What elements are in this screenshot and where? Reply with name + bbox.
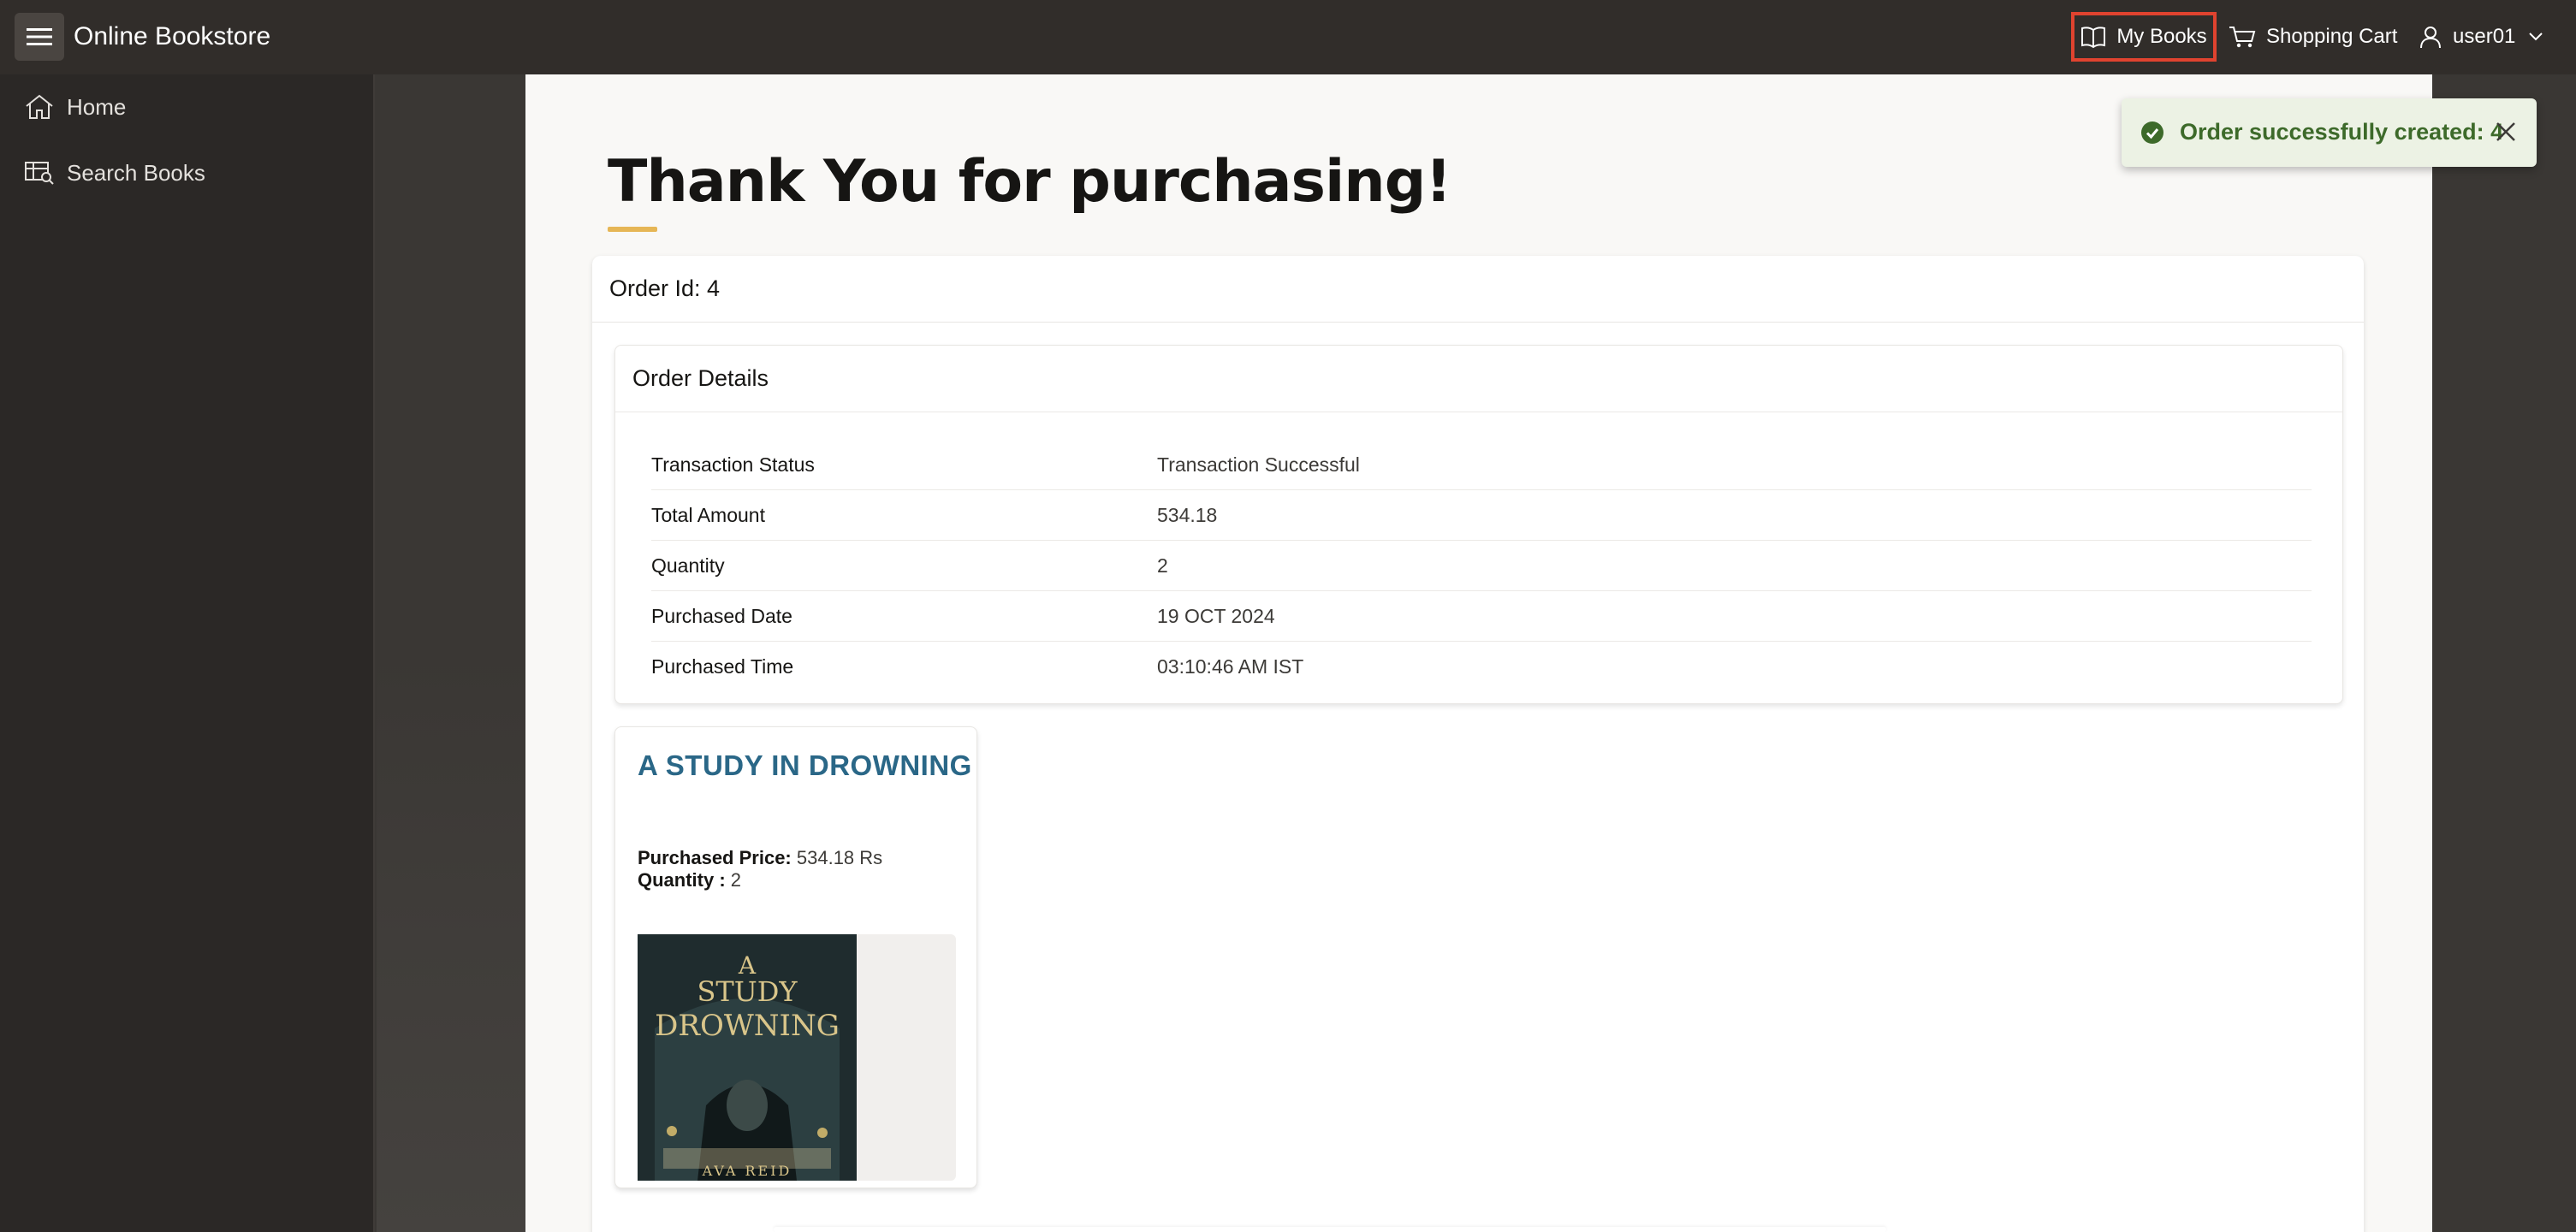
page-title: Thank You for purchasing! xyxy=(608,148,1451,216)
chevron-down-icon xyxy=(2529,33,2543,41)
detail-value: 03:10:46 AM IST xyxy=(1157,655,1304,678)
detail-value: 2 xyxy=(1157,554,1168,577)
book-cover-container: A STUDY DROWNING AVA REID xyxy=(638,934,956,1181)
detail-label: Transaction Status xyxy=(651,453,815,476)
quantity-value: 2 xyxy=(730,869,742,891)
detail-value: 534.18 xyxy=(1157,503,1218,526)
book-cover-art: A STUDY DROWNING AVA REID xyxy=(638,934,857,1181)
order-details-region: Order Details Transaction Status Transac… xyxy=(614,345,2343,704)
background-left xyxy=(377,74,525,1232)
toast-message: Order successfully created: 4 xyxy=(2180,119,2504,145)
detail-row-quantity: Quantity 2 xyxy=(651,541,2312,591)
sidebar: Home Search Books xyxy=(0,74,375,1232)
menu-toggle-button[interactable] xyxy=(15,13,64,61)
detail-row-transaction-status: Transaction Status Transaction Successfu… xyxy=(651,440,2312,490)
app-title[interactable]: Online Bookstore xyxy=(74,19,270,55)
home-icon xyxy=(26,94,53,119)
detail-value: Transaction Successful xyxy=(1157,453,1360,476)
sidebar-item-label: Search Books xyxy=(67,159,205,186)
main-content: Thank You for purchasing! Order Id: 4 Or… xyxy=(525,74,2432,1232)
purchased-book-card[interactable]: A STUDY IN DROWNING Purchased Price: 534… xyxy=(614,726,977,1188)
book-meta: Purchased Price: 534.18 Rs Quantity : 2 xyxy=(638,847,882,891)
sidebar-item-home[interactable]: Home xyxy=(24,86,126,128)
close-icon[interactable] xyxy=(2493,119,2519,145)
check-circle-icon xyxy=(2141,121,2163,144)
order-details-table: Transaction Status Transaction Successfu… xyxy=(651,440,2312,692)
user-icon xyxy=(2420,27,2441,49)
book-title[interactable]: A STUDY IN DROWNING xyxy=(638,749,972,782)
detail-label: Quantity xyxy=(651,554,725,577)
background-right xyxy=(2432,74,2576,1232)
username-label: user01 xyxy=(2453,25,2516,48)
my-books-link[interactable]: My Books xyxy=(2071,12,2217,62)
cover-title-study: STUDY xyxy=(697,975,798,1008)
success-toast: Order successfully created: 4 xyxy=(2122,98,2537,167)
bottom-edge xyxy=(774,1227,1886,1232)
detail-label: Total Amount xyxy=(651,503,765,526)
quantity-label: Quantity : xyxy=(638,869,726,891)
title-underline xyxy=(608,227,657,232)
sidebar-item-label: Home xyxy=(67,93,127,120)
detail-row-purchased-time: Purchased Time 03:10:46 AM IST xyxy=(651,642,2312,692)
order-details-heading: Order Details xyxy=(615,346,2342,412)
user-menu[interactable]: user01 xyxy=(2419,12,2544,62)
detail-row-total-amount: Total Amount 534.18 xyxy=(651,490,2312,541)
order-id-heading: Order Id: 4 xyxy=(592,256,2364,323)
book-cover-image[interactable]: A STUDY DROWNING AVA REID xyxy=(638,934,857,1181)
detail-row-purchased-date: Purchased Date 19 OCT 2024 xyxy=(651,591,2312,642)
detail-label: Purchased Time xyxy=(651,655,794,678)
search-books-icon xyxy=(25,162,54,185)
price-label: Purchased Price: xyxy=(638,847,792,868)
shopping-cart-link[interactable]: Shopping Cart xyxy=(2229,12,2397,62)
price-value: 534.18 Rs xyxy=(796,847,883,868)
top-header: Online Bookstore My Books Shopping Cart … xyxy=(0,0,2576,74)
cart-icon xyxy=(2229,27,2256,48)
book-open-icon xyxy=(2081,27,2106,49)
order-card: Order Id: 4 Order Details Transaction St… xyxy=(592,256,2364,1232)
shopping-cart-label: Shopping Cart xyxy=(2266,25,2398,48)
cover-author: AVA REID xyxy=(702,1163,792,1179)
my-books-label: My Books xyxy=(2116,25,2207,48)
cover-title-drowning: DROWNING xyxy=(655,1009,840,1043)
detail-value: 19 OCT 2024 xyxy=(1157,604,1275,627)
sidebar-item-search-books[interactable]: Search Books xyxy=(24,151,205,194)
hamburger-icon xyxy=(27,28,52,45)
detail-label: Purchased Date xyxy=(651,604,792,627)
